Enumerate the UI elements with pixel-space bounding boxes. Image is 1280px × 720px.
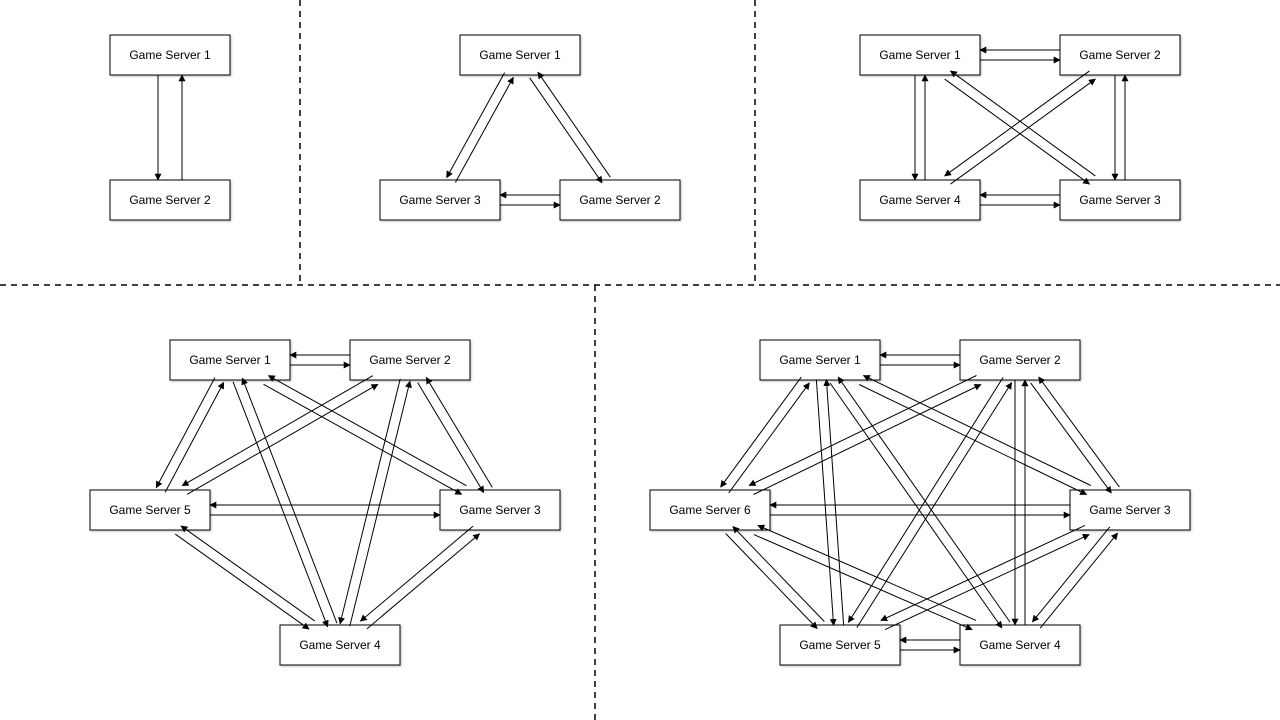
- edge: [350, 381, 410, 626]
- edge: [1039, 377, 1120, 487]
- diagram-canvas: Game Server 1 Game Server 2 Game Server 1 G…: [0, 0, 1280, 720]
- edge: [360, 526, 473, 621]
- p1-server-2: Game Server 2: [110, 180, 230, 220]
- edge: [264, 384, 462, 494]
- edge: [864, 375, 1091, 485]
- edge: [945, 71, 1090, 176]
- p5-server-4: Game Server 4: [960, 625, 1080, 665]
- p2-server-2-label: Game Server 2: [579, 193, 661, 207]
- edge: [156, 378, 215, 488]
- edge: [1040, 533, 1117, 628]
- p5-server-2: Game Server 2: [960, 340, 1080, 380]
- p3-server-3: Game Server 3: [1060, 180, 1180, 220]
- p3-server-4-label: Game Server 4: [879, 193, 961, 207]
- edge: [881, 525, 1085, 620]
- p2-server-3: Game Server 3: [380, 180, 500, 220]
- edge: [242, 378, 337, 623]
- edge: [340, 379, 400, 624]
- edge: [816, 380, 833, 625]
- edge: [1032, 527, 1109, 622]
- p5-server-3-label: Game Server 3: [1089, 503, 1171, 517]
- p5-server-2-label: Game Server 2: [979, 353, 1061, 367]
- p4-server-3: Game Server 3: [440, 490, 560, 530]
- p5-server-5: Game Server 5: [780, 625, 900, 665]
- edge: [733, 527, 824, 622]
- edge: [885, 535, 1089, 630]
- p3-server-1-label: Game Server 1: [879, 48, 961, 62]
- edge: [726, 533, 817, 628]
- p5-server-3: Game Server 3: [1070, 490, 1190, 530]
- p3-server-2: Game Server 2: [1060, 35, 1180, 75]
- p1-server-2-label: Game Server 2: [129, 193, 211, 207]
- p5-server-4-label: Game Server 4: [979, 638, 1061, 652]
- p1-server-1-label: Game Server 1: [129, 48, 211, 62]
- edge: [1031, 383, 1112, 493]
- p4-server-2-label: Game Server 2: [369, 353, 451, 367]
- edge: [233, 382, 328, 627]
- p5-server-1: Game Server 1: [760, 340, 880, 380]
- p3-server-2-label: Game Server 2: [1079, 48, 1161, 62]
- edge: [165, 382, 224, 492]
- edge: [859, 385, 1086, 495]
- p4-server-5: Game Server 5: [90, 490, 210, 530]
- p3-server-1: Game Server 1: [860, 35, 980, 75]
- edge: [538, 72, 610, 177]
- p3-server-3-label: Game Server 3: [1079, 193, 1161, 207]
- p5-server-1-label: Game Server 1: [779, 353, 861, 367]
- p4-server-4: Game Server 4: [280, 625, 400, 665]
- edge: [426, 377, 492, 487]
- p2-server-3-label: Game Server 3: [399, 193, 481, 207]
- edge: [175, 534, 309, 629]
- edge: [826, 380, 843, 625]
- edge: [749, 375, 976, 485]
- p1-server-1: Game Server 1: [110, 35, 230, 75]
- edge: [951, 79, 1096, 184]
- edge: [187, 384, 378, 494]
- p4-server-3-label: Game Server 3: [459, 503, 541, 517]
- edge: [945, 79, 1090, 184]
- p5-server-6: Game Server 6: [650, 490, 770, 530]
- p4-server-1-label: Game Server 1: [189, 353, 271, 367]
- p2-server-2: Game Server 2: [560, 180, 680, 220]
- edge: [721, 377, 802, 487]
- p4-server-1: Game Server 1: [170, 340, 290, 380]
- edge: [729, 383, 810, 493]
- p2-server-1: Game Server 1: [460, 35, 580, 75]
- p4-server-4-label: Game Server 4: [299, 638, 381, 652]
- edge: [838, 377, 1010, 622]
- p2-server-1-label: Game Server 1: [479, 48, 561, 62]
- edge: [447, 73, 505, 178]
- p5-server-6-label: Game Server 6: [669, 503, 751, 517]
- edge: [367, 534, 480, 629]
- edge: [530, 78, 602, 183]
- edge: [951, 71, 1096, 176]
- edge: [758, 525, 976, 620]
- edge: [455, 77, 513, 182]
- p4-server-2: Game Server 2: [350, 340, 470, 380]
- p3-server-4: Game Server 4: [860, 180, 980, 220]
- p5-server-5-label: Game Server 5: [799, 638, 881, 652]
- edge: [754, 385, 981, 495]
- p4-server-5-label: Game Server 5: [109, 503, 191, 517]
